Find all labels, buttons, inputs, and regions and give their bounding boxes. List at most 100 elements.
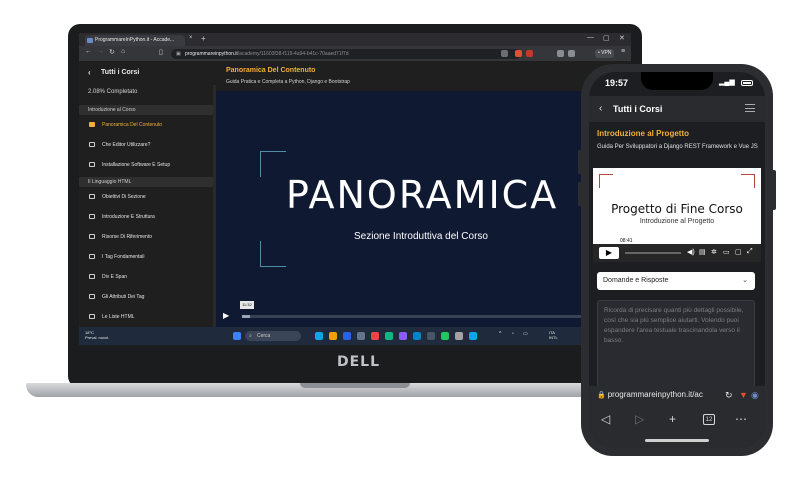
- lesson-item[interactable]: I Tag Fondamentali: [79, 247, 216, 267]
- reload-icon[interactable]: ↻: [109, 48, 115, 56]
- lesson-item[interactable]: Installazione Software E Setup: [79, 155, 216, 175]
- phone-video-title: Progetto di Fine Corso: [611, 202, 743, 216]
- wallet-icon[interactable]: ◉: [751, 390, 759, 401]
- volume-icon[interactable]: ◀): [687, 248, 695, 256]
- section-header[interactable]: Introduzione al Corso: [79, 105, 216, 115]
- phone-video-player[interactable]: Progetto di Fine Corso Introduzione al P…: [593, 168, 761, 262]
- brave-shield-icon[interactable]: ▼: [739, 390, 748, 400]
- lesson-item[interactable]: Panoramica Del Contenuto: [79, 115, 216, 135]
- captions-icon[interactable]: ▤: [699, 248, 706, 256]
- tabs-count-button[interactable]: 12: [703, 414, 715, 425]
- play-icon[interactable]: ▶: [223, 311, 229, 320]
- video-player[interactable]: PANORAMICA Sezione Introduttiva del Cors…: [216, 91, 631, 327]
- phone-url-bar[interactable]: 🔒 programmareinpython.it/ac ↻ ▼ ◉: [589, 386, 765, 408]
- wifi-icon[interactable]: ◔: [511, 331, 514, 337]
- sidebar-header[interactable]: ‹ Tutti i Corsi: [79, 61, 216, 85]
- lesson-item[interactable]: Che Editor Utilizzare?: [79, 135, 216, 155]
- hamburger-menu-icon[interactable]: [745, 104, 755, 112]
- battery-icon[interactable]: ▭: [523, 331, 528, 337]
- maximize-icon[interactable]: ▢: [603, 34, 610, 42]
- app-icon[interactable]: [469, 332, 477, 340]
- video-icon: [89, 142, 95, 147]
- browser-tab[interactable]: ProgrammareInPython.it - Accade...: [85, 35, 185, 46]
- lesson-title: Panoramica Del Contenuto: [226, 67, 316, 74]
- app-icon[interactable]: [385, 332, 393, 340]
- lesson-label: Div E Span: [102, 274, 128, 280]
- folder-icon[interactable]: [329, 332, 337, 340]
- brave-icon[interactable]: [371, 332, 379, 340]
- favicon-icon: [87, 38, 93, 43]
- vscode-icon[interactable]: [343, 332, 351, 340]
- minimize-icon[interactable]: —: [587, 34, 594, 41]
- phone-power-button: [772, 170, 776, 210]
- course-sidebar: ‹ Tutti i Corsi 2.08% Completato Introdu…: [79, 61, 216, 327]
- url-host: programmareinpython.it: [185, 51, 238, 57]
- lesson-item[interactable]: Obiettivi Di Sezione: [79, 187, 216, 207]
- window-close-icon[interactable]: ✕: [619, 34, 625, 42]
- app-icon[interactable]: [455, 332, 463, 340]
- phone-header-title[interactable]: Tutti i Corsi: [613, 96, 662, 122]
- more-icon[interactable]: ⋯: [735, 412, 747, 426]
- lesson-label: Panoramica Del Contenuto: [102, 122, 163, 128]
- video-progress-bar[interactable]: [242, 315, 622, 318]
- menu-icon[interactable]: ≡: [621, 48, 625, 55]
- settings-icon[interactable]: ✲: [711, 248, 717, 256]
- lesson-item[interactable]: Gli Attributi Dei Tag: [79, 287, 216, 307]
- lesson-item[interactable]: Le Liste HTML: [79, 307, 216, 327]
- frame-corner: [599, 174, 613, 188]
- app-icon[interactable]: [357, 332, 365, 340]
- back-chevron-icon[interactable]: ‹: [599, 96, 602, 122]
- video-scrubber[interactable]: [625, 252, 681, 254]
- video-controls: ▶ ◀) ▤ ✲ ▭ ▢ ⤢: [593, 244, 761, 262]
- brave-shield-icon[interactable]: [515, 50, 522, 57]
- app-icon[interactable]: [427, 332, 435, 340]
- play-button[interactable]: ▶: [599, 247, 619, 259]
- wallet-icon[interactable]: [568, 50, 575, 57]
- browser-tabbar: ProgrammareInPython.it - Accade... × + —…: [79, 33, 631, 46]
- section-select[interactable]: Domande e Risposte ⌄: [597, 272, 755, 290]
- question-textarea[interactable]: Ricorda di precisare quanti più dettagli…: [597, 300, 755, 390]
- bookmark-icon[interactable]: ▯: [159, 48, 163, 56]
- new-tab-icon[interactable]: +: [669, 412, 676, 426]
- reload-icon[interactable]: ↻: [725, 390, 733, 401]
- rewards-icon[interactable]: [526, 50, 533, 57]
- app-icon[interactable]: [413, 332, 421, 340]
- video-icon: [89, 294, 95, 299]
- language-indicator[interactable]: ITA INTL: [549, 330, 558, 340]
- forward-icon[interactable]: →: [97, 48, 104, 55]
- tab-close-icon[interactable]: ×: [189, 35, 193, 41]
- cast-icon[interactable]: ▢: [735, 248, 742, 256]
- app-icon[interactable]: [441, 332, 449, 340]
- section-header[interactable]: Il Linguaggio HTML: [79, 177, 216, 187]
- lesson-label: Gli Attributi Dei Tag: [102, 294, 145, 300]
- back-chevron-icon[interactable]: ‹: [88, 61, 91, 85]
- tray-arrow-icon[interactable]: ^: [499, 331, 501, 337]
- lang-bottom: INTL: [549, 335, 558, 340]
- video-progress-fill: [242, 315, 250, 318]
- nav-back-icon[interactable]: ◁: [601, 412, 610, 426]
- url-input[interactable]: ▣ programmareinpython.it/academy/11603f3…: [171, 49, 521, 59]
- extensions-icon[interactable]: [557, 50, 564, 57]
- phone-url[interactable]: 🔒 programmareinpython.it/ac: [597, 390, 723, 399]
- weather-widget[interactable]: 18°C Preval. nuvol.: [85, 330, 109, 340]
- lesson-item[interactable]: Risorse Di Riferimento: [79, 227, 216, 247]
- phone-notch: [641, 72, 713, 90]
- vpn-button[interactable]: • VPN: [595, 49, 615, 58]
- lesson-item[interactable]: Div E Span: [79, 267, 216, 287]
- share-icon[interactable]: [501, 50, 508, 57]
- fullscreen-icon[interactable]: ⤢: [747, 248, 753, 256]
- back-icon[interactable]: ←: [85, 48, 92, 55]
- taskbar-search[interactable]: ⌕ Cerca: [245, 331, 301, 341]
- status-time: 19:57: [605, 78, 629, 88]
- start-icon[interactable]: [233, 332, 241, 340]
- browser-toolbar: ← → ↻ ⌂ ▯ ▣ programmareinpython.it/acade…: [79, 46, 631, 61]
- battery-icon: [741, 80, 753, 86]
- lesson-item[interactable]: Introduzione E Struttura: [79, 207, 216, 227]
- pip-icon[interactable]: ▭: [723, 248, 730, 256]
- app-icon[interactable]: [315, 332, 323, 340]
- lesson-label: I Tag Fondamentali: [102, 254, 145, 260]
- home-icon[interactable]: ⌂: [121, 48, 125, 55]
- nav-forward-icon[interactable]: ▷: [635, 412, 644, 426]
- new-tab-icon[interactable]: +: [201, 34, 206, 43]
- app-icon[interactable]: [399, 332, 407, 340]
